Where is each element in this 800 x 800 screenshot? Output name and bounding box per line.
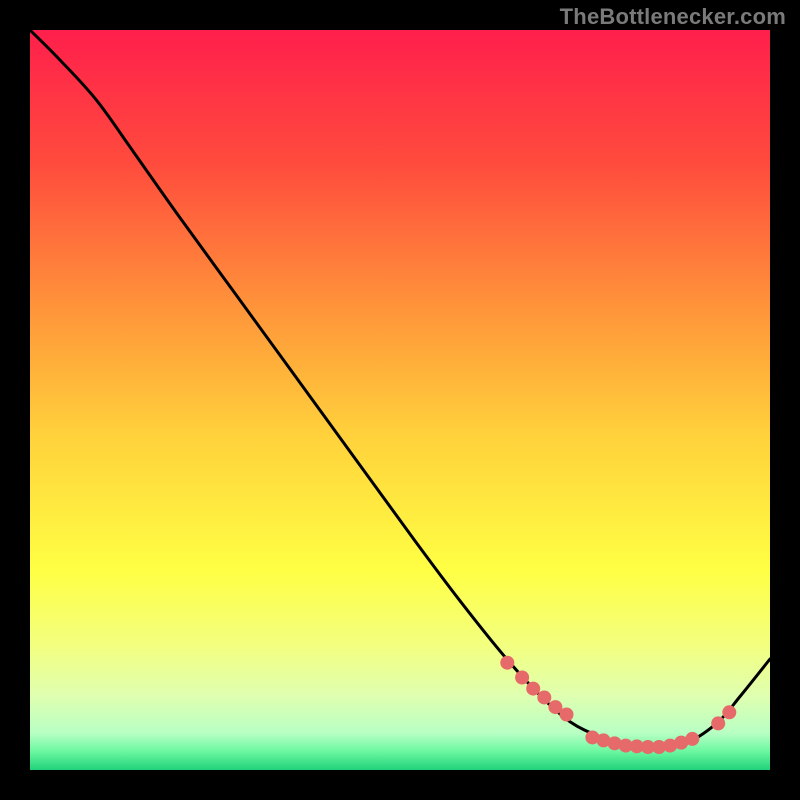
attribution-text: TheBottlenecker.com bbox=[560, 4, 786, 30]
data-marker bbox=[711, 716, 725, 730]
chart-frame: TheBottlenecker.com bbox=[0, 0, 800, 800]
data-marker bbox=[526, 682, 540, 696]
gradient-background bbox=[30, 30, 770, 770]
data-marker bbox=[685, 732, 699, 746]
data-marker bbox=[537, 690, 551, 704]
data-marker bbox=[500, 656, 514, 670]
chart-svg bbox=[30, 30, 770, 770]
data-marker bbox=[515, 671, 529, 685]
plot-area bbox=[30, 30, 770, 770]
data-marker bbox=[722, 705, 736, 719]
data-marker bbox=[560, 708, 574, 722]
